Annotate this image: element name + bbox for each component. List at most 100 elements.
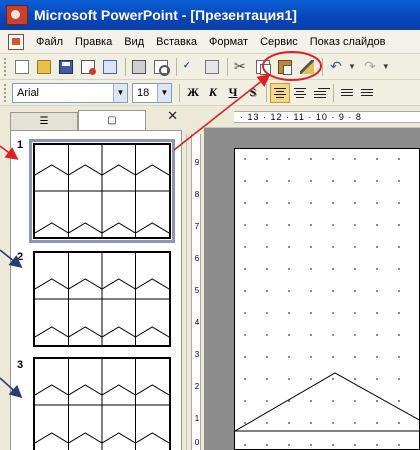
format-painter-button[interactable]: [297, 57, 317, 77]
new-button[interactable]: [12, 57, 32, 77]
vertical-ruler-label: 0: [194, 438, 200, 447]
open-button[interactable]: [34, 57, 54, 77]
print-button[interactable]: [129, 57, 149, 77]
permission-icon: [81, 59, 96, 75]
slide-number-3: 3: [17, 359, 24, 371]
slide-thumbnail-3[interactable]: [33, 357, 171, 450]
toolbar-separator: [266, 83, 267, 102]
numbering-button[interactable]: [337, 83, 357, 103]
email-icon: [103, 59, 117, 74]
undo-button[interactable]: ↶: [326, 57, 346, 77]
toolbar-grip[interactable]: [4, 83, 8, 102]
vertical-ruler: 9 8 7 6 5 4 3 2 1 0: [186, 134, 204, 450]
slides-list: 1 2 3: [10, 130, 182, 450]
align-left-button[interactable]: [270, 82, 290, 103]
bullets-icon: [361, 89, 373, 90]
close-icon[interactable]: ✕: [167, 108, 178, 124]
menu-view[interactable]: Вид: [118, 36, 150, 48]
italic-button[interactable]: К: [203, 85, 223, 100]
vertical-ruler-scale: 9 8 7 6 5 4 3 2 1 0: [191, 134, 201, 450]
outline-icon: ☰: [39, 116, 49, 127]
slides-icon: ▢: [107, 115, 117, 126]
redo-dropdown-icon[interactable]: ▼: [382, 62, 390, 71]
vertical-ruler-label: 8: [194, 190, 200, 199]
chevron-down-icon[interactable]: ▼: [113, 83, 127, 102]
paste-icon: [278, 59, 292, 75]
shadow-button[interactable]: S: [243, 85, 263, 100]
new-icon: [15, 59, 29, 74]
copy-icon: [256, 59, 271, 75]
toolbar-separator: [227, 57, 228, 76]
save-button[interactable]: [56, 57, 76, 77]
toolbar-grip[interactable]: [4, 57, 8, 76]
slide-editing-area: [204, 128, 420, 450]
font-name-value: Arial: [17, 86, 40, 99]
format-painter-icon: [300, 59, 314, 74]
align-right-icon: [318, 87, 330, 89]
slide-number-1: 1: [17, 139, 24, 151]
slides-pane: ☰ ▢ ✕ 1 2 3: [0, 106, 186, 450]
menu-bar: Файл Правка Вид Вставка Формат Сервис По…: [0, 30, 420, 54]
vertical-ruler-label: 4: [194, 318, 200, 327]
slide-canvas-drawing: [235, 149, 420, 450]
document-icon[interactable]: [8, 33, 24, 50]
tab-slides[interactable]: ▢: [78, 110, 146, 130]
bold-button[interactable]: Ж: [183, 85, 203, 100]
font-size-select[interactable]: 18 ▼: [132, 82, 172, 103]
slide-thumbnail-1[interactable]: [29, 139, 175, 243]
undo-dropdown-icon[interactable]: ▼: [348, 62, 356, 71]
menu-format[interactable]: Формат: [203, 36, 254, 48]
paste-button[interactable]: [275, 57, 295, 77]
email-button[interactable]: [100, 57, 120, 77]
align-center-icon: [294, 87, 306, 89]
open-icon: [37, 59, 51, 74]
slide-2-drawing: [35, 253, 169, 345]
toolbar-separator: [176, 57, 177, 76]
print-icon: [132, 59, 146, 74]
bullets-button[interactable]: [357, 83, 377, 103]
spelling-button[interactable]: ✓: [180, 57, 200, 77]
save-icon: [59, 59, 73, 74]
research-button[interactable]: [202, 57, 222, 77]
menu-slideshow[interactable]: Показ слайдов: [304, 36, 392, 48]
vertical-ruler-label: 9: [194, 158, 200, 167]
menu-file[interactable]: Файл: [30, 36, 69, 48]
horizontal-ruler: · 13 · 12 · 11 · 10 · 9 · 8: [204, 106, 420, 128]
vertical-ruler-label: 1: [194, 414, 200, 423]
vertical-ruler-label: 3: [194, 350, 200, 359]
slide-3-drawing: [35, 359, 169, 450]
font-size-value: 18: [137, 86, 150, 99]
undo-icon: ↶: [330, 58, 342, 74]
print-preview-button[interactable]: [151, 57, 171, 77]
underline-button[interactable]: Ч: [223, 85, 243, 100]
permission-button[interactable]: [78, 57, 98, 77]
slide-thumbnail-2[interactable]: [33, 251, 171, 347]
tab-outline[interactable]: ☰: [10, 112, 78, 130]
vertical-ruler-label: 5: [194, 286, 200, 295]
spelling-icon: ✓: [183, 59, 191, 70]
menu-insert[interactable]: Вставка: [150, 36, 203, 48]
slide-1-drawing: [35, 145, 169, 237]
cut-button[interactable]: [231, 57, 251, 77]
current-slide[interactable]: [234, 148, 420, 450]
formatting-toolbar: Arial ▼ 18 ▼ Ж К Ч S: [0, 80, 420, 106]
vertical-ruler-label: 7: [194, 222, 200, 231]
vertical-ruler-label: 6: [194, 254, 200, 263]
menu-tools[interactable]: Сервис: [254, 36, 304, 48]
chevron-down-icon[interactable]: ▼: [157, 83, 171, 102]
window-title: Microsoft PowerPoint - [Презентация1]: [34, 7, 297, 23]
pane-tabs: ☰ ▢: [10, 110, 186, 130]
toolbar-separator: [322, 57, 323, 76]
toolbar-separator: [179, 83, 180, 102]
standard-toolbar: ✓ ↶ ▼ ↷ ▼: [0, 54, 420, 80]
powerpoint-app-icon[interactable]: [6, 5, 28, 25]
font-name-select[interactable]: Arial ▼: [12, 82, 128, 103]
redo-button[interactable]: ↷: [360, 57, 380, 77]
numbering-icon: [341, 89, 353, 90]
copy-button[interactable]: [253, 57, 273, 77]
vertical-ruler-label: 2: [194, 382, 200, 391]
toolbar-separator: [125, 57, 126, 76]
align-center-button[interactable]: [290, 83, 310, 103]
menu-edit[interactable]: Правка: [69, 36, 118, 48]
align-right-button[interactable]: [310, 83, 330, 103]
